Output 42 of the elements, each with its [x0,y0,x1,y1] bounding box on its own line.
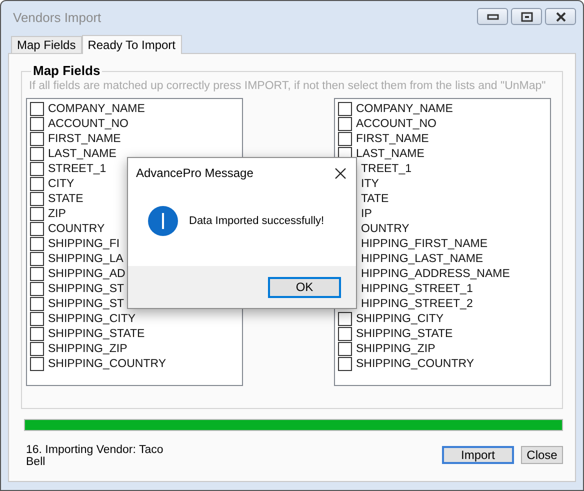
window-title: Vendors Import [13,10,102,25]
field-label: COUNTRY [48,222,105,234]
field-label: ACCOUNT_NO [356,118,437,130]
field-label: IP [361,208,372,220]
field-label: COMPANY_NAME [356,102,453,114]
field-label: TATE [361,192,389,204]
dialog-message: Data Imported successfully! [189,215,324,227]
field-label: HIPPING_LAST_NAME [361,252,484,264]
field-label: STATE [48,192,84,204]
field-label: FIRST_NAME [356,132,429,144]
field-label: STREET_1 [48,162,106,174]
field-label: SHIPPING_ST [48,282,124,294]
field-label: ACCOUNT_NO [48,118,129,130]
field-label: ZIP [48,208,66,220]
field-label: HIPPING_ADDRESS_NAME [361,268,510,280]
field-label: LAST_NAME [48,148,116,160]
field-label: SHIPPING_CITY [48,312,136,324]
field-label: SHIPPING_COUNTRY [356,358,474,370]
field-label: SHIPPING_AD [48,268,126,280]
field-label: HIPPING_STREET_2 [361,298,473,310]
field-label: HIPPING_STREET_1 [361,282,473,294]
status-text: 16. Importing Vendor: Taco Bell [26,444,164,468]
field-label: SHIPPING_LA [48,252,124,264]
field-label: CITY [48,178,74,190]
field-label: TREET_1 [361,162,412,174]
field-label: SHIPPING_STATE [48,328,145,340]
field-label: SHIPPING_FI [48,238,120,250]
field-label: SHIPPING_ZIP [356,342,436,354]
field-label: SHIPPING_STATE [356,328,453,340]
field-label: SHIPPING_CITY [356,312,444,324]
field-label: LAST_NAME [356,148,424,160]
field-label: SHIPPING_ZIP [48,342,128,354]
field-label: COMPANY_NAME [48,102,145,114]
field-label: HIPPING_FIRST_NAME [361,238,488,250]
dialog-title: AdvancePro Message [136,166,254,180]
field-label: OUNTRY [361,222,410,234]
field-label: SHIPPING_ST [48,298,124,310]
hint-text: If all fields are matched up correctly press IMPORT, if not then select them from the lists and "UnMap" [29,80,547,92]
field-label: FIRST_NAME [48,132,121,144]
field-label: ITY [361,178,379,190]
field-label: SHIPPING_COUNTRY [48,358,166,370]
group-title: Map Fields [31,63,102,78]
